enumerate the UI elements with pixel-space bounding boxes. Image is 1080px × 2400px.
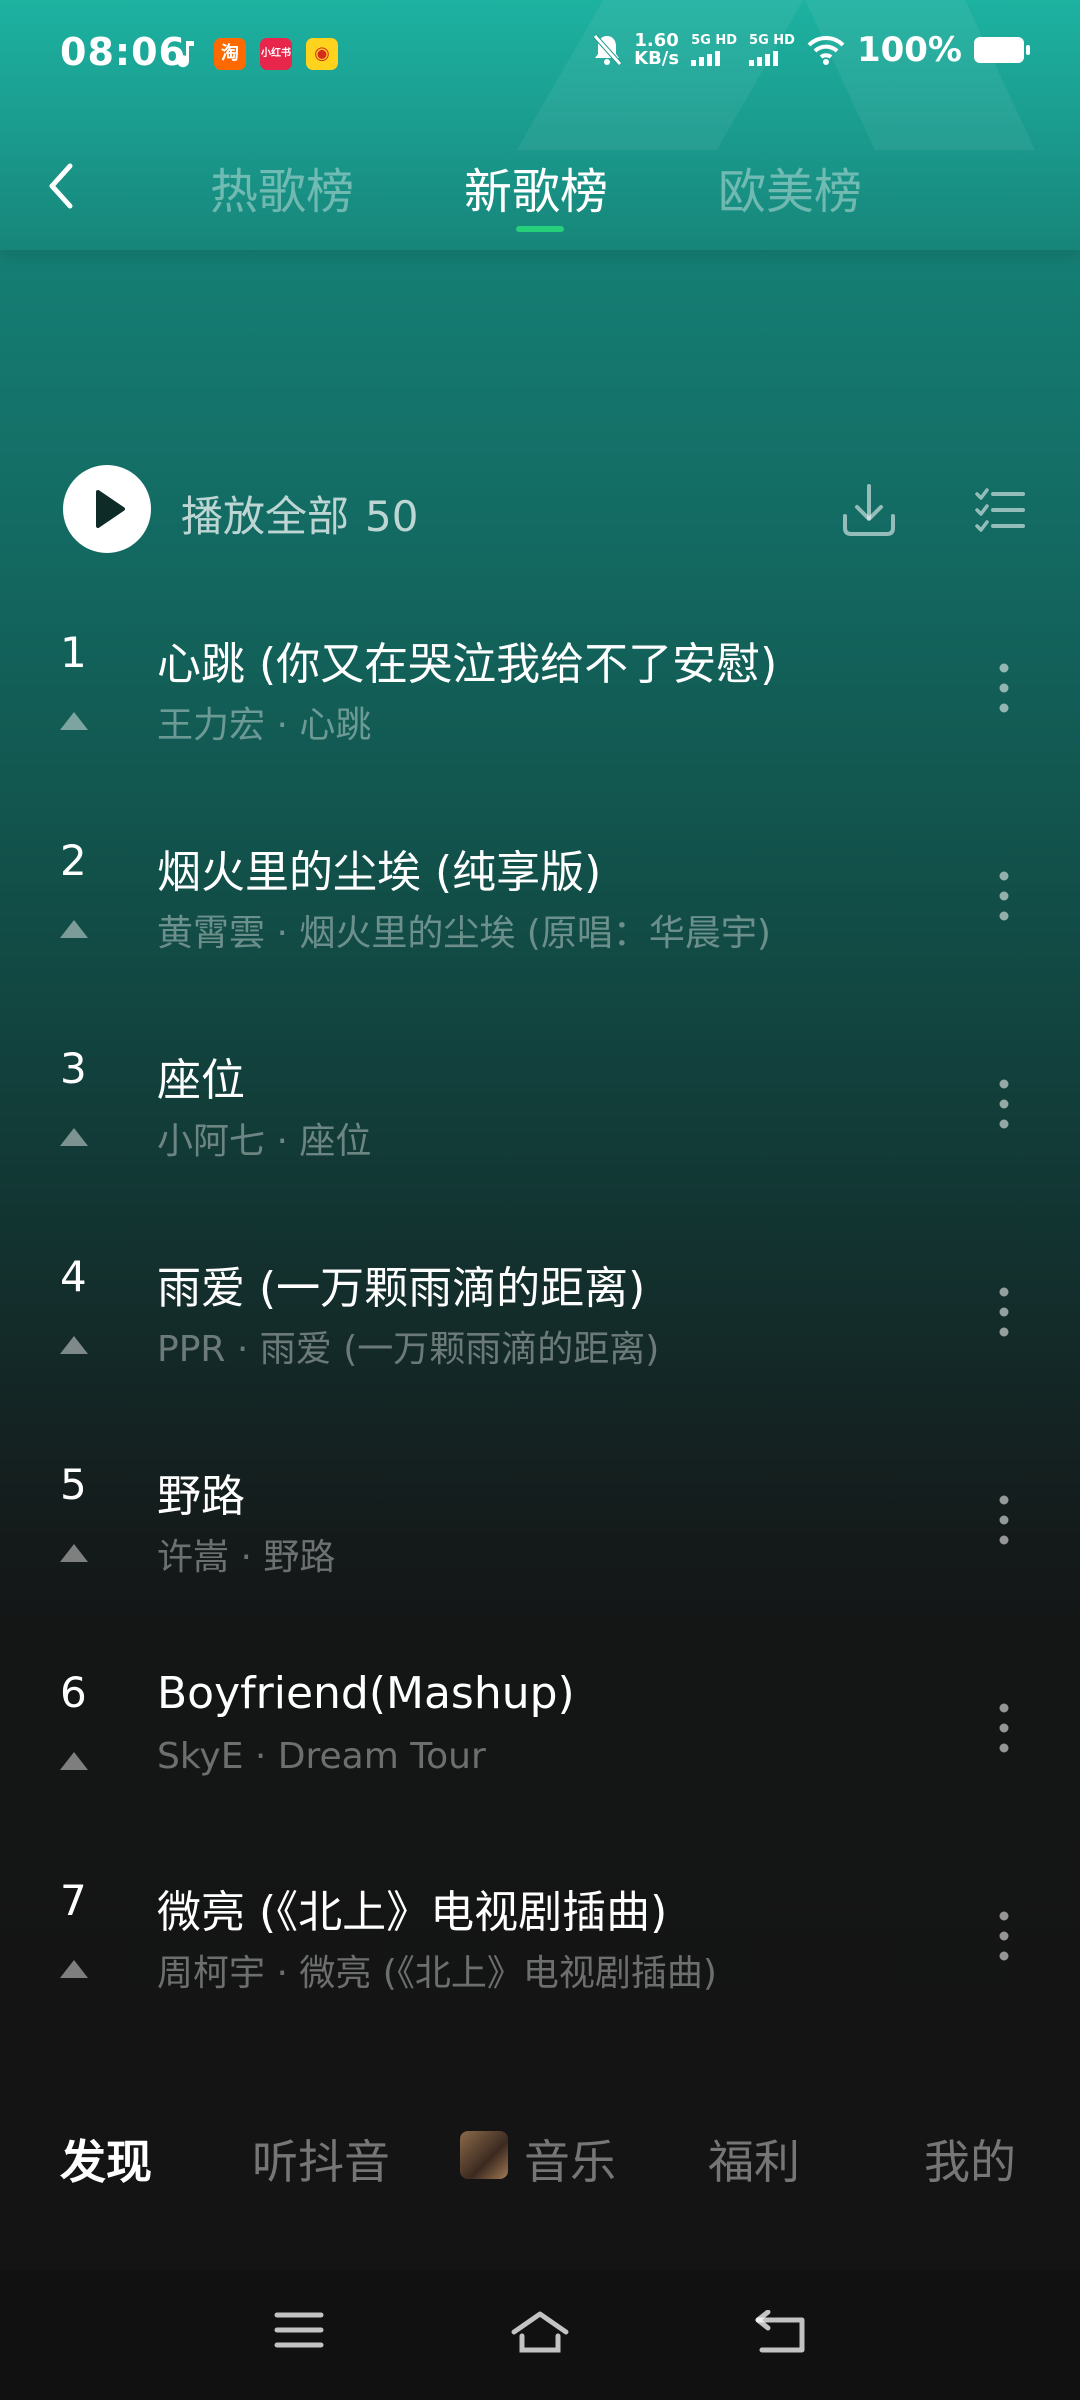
song-artist-album: 许嵩 · 野路 bbox=[157, 1537, 336, 1578]
signal-bars-icon bbox=[749, 50, 795, 66]
song-row[interactable]: 2 烟火里的尘埃 (纯享版) 黄霄雲 · 烟火里的尘埃 (原唱：华晨宇) bbox=[0, 814, 1080, 1022]
battery-icon bbox=[974, 37, 1030, 63]
sim1-signal: 5G HD bbox=[691, 34, 737, 66]
trend-up-icon bbox=[60, 1544, 88, 1562]
song-artist-album: 周柯宇 · 微亮 (《北上》电视剧插曲) bbox=[157, 1953, 717, 1994]
song-rank: 7 bbox=[60, 1876, 87, 1925]
song-rank: 5 bbox=[60, 1460, 87, 1509]
song-title: 雨爱 (一万颗雨滴的距离) bbox=[157, 1263, 646, 1314]
song-title: 微亮 (《北上》电视剧插曲) bbox=[157, 1887, 668, 1938]
tab-western-songs[interactable]: 欧美榜 bbox=[718, 152, 862, 222]
net-speed-unit: KB/s bbox=[634, 48, 680, 69]
song-title: 心跳 (你又在哭泣我给不了安慰) bbox=[157, 639, 778, 690]
music-note-icon bbox=[177, 41, 194, 68]
play-all-label[interactable]: 播放全部 50 bbox=[181, 483, 418, 544]
song-rank: 1 bbox=[60, 628, 87, 677]
mute-icon bbox=[593, 34, 623, 66]
nav-music[interactable]: 音乐 bbox=[524, 2126, 616, 2192]
song-artist-album: PPR · 雨爱 (一万颗雨滴的距离) bbox=[157, 1329, 660, 1370]
trend-up-icon bbox=[60, 920, 88, 938]
song-rank: 2 bbox=[60, 836, 87, 885]
menu-icon[interactable] bbox=[274, 2310, 324, 2350]
song-row[interactable]: 4 雨爱 (一万颗雨滴的距离) PPR · 雨爱 (一万颗雨滴的距离) bbox=[0, 1230, 1080, 1438]
nav-mine[interactable]: 我的 bbox=[924, 2126, 1016, 2192]
play-all-button[interactable] bbox=[63, 465, 151, 553]
trend-up-icon bbox=[60, 1960, 88, 1978]
tab-hot-songs[interactable]: 热歌榜 bbox=[210, 152, 354, 222]
sim2-label: 5G HD bbox=[749, 33, 795, 48]
song-artist-album: SkyE · Dream Tour bbox=[157, 1736, 486, 1777]
nav-listen-douyin[interactable]: 听抖音 bbox=[252, 2126, 390, 2192]
taobao-icon: 淘 bbox=[214, 38, 246, 70]
song-rank: 6 bbox=[60, 1668, 87, 1717]
weibo-icon: ◉ bbox=[306, 38, 338, 70]
play-all-count: 50 bbox=[365, 492, 419, 541]
status-right: 1.60 KB/s 5G HD 5G HD 100% bbox=[592, 30, 1030, 70]
status-app-icons: 淘 小红书 ◉ bbox=[176, 38, 338, 70]
trend-up-icon bbox=[60, 1752, 88, 1770]
system-nav-bar bbox=[0, 2270, 1080, 2400]
more-options-icon[interactable] bbox=[992, 1700, 1016, 1756]
more-options-icon[interactable] bbox=[992, 1492, 1016, 1548]
more-options-icon[interactable] bbox=[992, 1908, 1016, 1964]
active-tab-indicator bbox=[516, 226, 564, 232]
news-icon: 小红书 bbox=[260, 38, 292, 70]
trend-up-icon bbox=[60, 1128, 88, 1146]
battery-percent: 100% bbox=[856, 30, 962, 70]
trend-up-icon bbox=[60, 1336, 88, 1354]
signal-bars-icon bbox=[691, 50, 737, 66]
song-title: 座位 bbox=[157, 1055, 245, 1106]
song-artist-album: 王力宏 · 心跳 bbox=[157, 705, 372, 746]
wifi-icon bbox=[807, 35, 845, 65]
song-title: 野路 bbox=[157, 1471, 245, 1522]
now-playing-thumbnail[interactable] bbox=[460, 2131, 508, 2179]
status-bar: 08:06 淘 小红书 ◉ 1.60 KB/s 5G HD 5G HD 100% bbox=[0, 0, 1080, 112]
home-icon[interactable] bbox=[510, 2310, 570, 2354]
sim1-label: 5G HD bbox=[691, 33, 738, 48]
bottom-nav: 发现 听抖音 音乐 福利 我的 bbox=[0, 2100, 1080, 2210]
song-row[interactable]: 5 野路 许嵩 · 野路 bbox=[0, 1438, 1080, 1646]
tab-new-songs[interactable]: 新歌榜 bbox=[464, 152, 608, 222]
net-speed: 1.60 KB/s bbox=[634, 32, 679, 68]
song-rank: 3 bbox=[60, 1044, 87, 1093]
more-options-icon[interactable] bbox=[992, 1284, 1016, 1340]
song-row[interactable]: 1 心跳 (你又在哭泣我给不了安慰) 王力宏 · 心跳 bbox=[0, 606, 1080, 814]
trend-up-icon bbox=[60, 712, 88, 730]
back-nav-icon[interactable] bbox=[754, 2310, 806, 2354]
more-options-icon[interactable] bbox=[992, 660, 1016, 716]
back-icon[interactable] bbox=[42, 158, 82, 214]
status-time: 08:06 bbox=[60, 30, 186, 74]
song-artist-album: 小阿七 · 座位 bbox=[157, 1121, 372, 1162]
song-row[interactable]: 6 Boyfriend(Mashup) SkyE · Dream Tour bbox=[0, 1646, 1080, 1854]
song-title: 烟火里的尘埃 (纯享版) bbox=[157, 847, 602, 898]
song-artist-album: 黄霄雲 · 烟火里的尘埃 (原唱：华晨宇) bbox=[157, 913, 771, 954]
play-all-text: 播放全部 bbox=[181, 492, 350, 541]
song-row[interactable]: 3 座位 小阿七 · 座位 bbox=[0, 1022, 1080, 1230]
play-icon bbox=[96, 490, 125, 528]
nav-discover[interactable]: 发现 bbox=[60, 2126, 152, 2192]
song-title: Boyfriend(Mashup) bbox=[157, 1668, 575, 1719]
multi-select-icon[interactable] bbox=[975, 488, 1025, 534]
download-icon[interactable] bbox=[840, 480, 898, 540]
song-rank: 4 bbox=[60, 1252, 87, 1301]
nav-welfare[interactable]: 福利 bbox=[708, 2126, 800, 2192]
sim2-signal: 5G HD bbox=[749, 34, 795, 66]
song-row[interactable]: 7 微亮 (《北上》电视剧插曲) 周柯宇 · 微亮 (《北上》电视剧插曲) bbox=[0, 1854, 1080, 2062]
more-options-icon[interactable] bbox=[992, 1076, 1016, 1132]
more-options-icon[interactable] bbox=[992, 868, 1016, 924]
